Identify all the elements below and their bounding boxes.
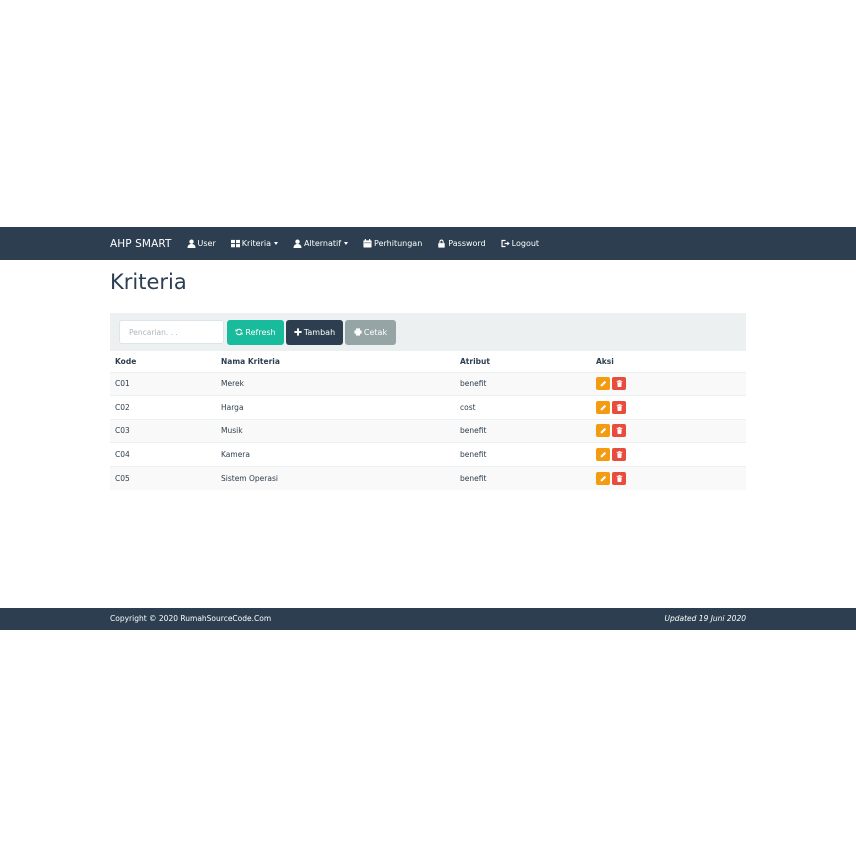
toolbar: Refresh Tambah Cetak bbox=[110, 313, 746, 351]
calendar-icon bbox=[363, 239, 372, 248]
delete-button[interactable] bbox=[612, 471, 626, 485]
cetak-button[interactable]: Cetak bbox=[345, 319, 396, 345]
row-actions bbox=[596, 377, 741, 391]
cell-atribut: benefit bbox=[455, 418, 591, 443]
edit-button[interactable] bbox=[596, 447, 610, 461]
cell-nama: Harga bbox=[216, 395, 455, 419]
header-atribut: Atribut bbox=[455, 351, 591, 373]
table-row: C03 Musik benefit bbox=[110, 418, 746, 443]
lock-icon bbox=[437, 239, 446, 248]
cell-nama: Musik bbox=[216, 418, 455, 443]
refresh-label: Refresh bbox=[245, 327, 276, 337]
header-kode: Kode bbox=[110, 351, 216, 373]
cell-aksi bbox=[591, 418, 746, 443]
row-actions bbox=[596, 424, 741, 438]
delete-button[interactable] bbox=[612, 377, 626, 391]
row-actions bbox=[596, 471, 741, 485]
tambah-label: Tambah bbox=[303, 327, 336, 337]
row-actions bbox=[596, 447, 741, 461]
navbar-inner: AHP SMART User Kriteria Alternatif Perhi… bbox=[110, 227, 554, 260]
refresh-icon bbox=[235, 328, 243, 336]
logout-icon bbox=[501, 239, 510, 248]
edit-button[interactable] bbox=[596, 471, 610, 485]
table-row: C02 Harga cost bbox=[110, 395, 746, 419]
nav-item-label: Kriteria bbox=[241, 239, 271, 248]
nav-item-label: Password bbox=[448, 239, 486, 248]
edit-icon bbox=[600, 475, 606, 481]
edit-button[interactable] bbox=[596, 377, 610, 391]
search-input[interactable] bbox=[119, 320, 224, 344]
cell-atribut: benefit bbox=[455, 371, 591, 396]
footer-updated: Updated 19 Juni 2020 bbox=[664, 614, 746, 623]
table-row: C04 Kamera benefit bbox=[110, 442, 746, 466]
table-header-row: Kode Nama Kriteria Atribut Aksi bbox=[110, 351, 746, 373]
cell-atribut: benefit bbox=[455, 442, 591, 466]
cell-nama: Kamera bbox=[216, 442, 455, 466]
header-aksi: Aksi bbox=[591, 351, 746, 373]
nav-item-password[interactable]: Password bbox=[437, 239, 486, 248]
table-row: C01 Merek benefit bbox=[110, 371, 746, 396]
edit-icon bbox=[600, 381, 606, 387]
cell-aksi bbox=[591, 465, 746, 490]
delete-button[interactable] bbox=[612, 424, 626, 438]
print-icon bbox=[354, 328, 362, 336]
tambah-button[interactable]: Tambah bbox=[286, 319, 343, 345]
trash-icon bbox=[616, 450, 622, 458]
caret-down-icon bbox=[344, 242, 349, 245]
cetak-label: Cetak bbox=[363, 327, 388, 337]
trash-icon bbox=[616, 427, 622, 435]
cell-atribut: cost bbox=[455, 395, 591, 419]
footer-copyright: Copyright © 2020 RumahSourceCode.Com bbox=[110, 614, 272, 623]
delete-button[interactable] bbox=[612, 400, 626, 414]
page-title: Kriteria bbox=[110, 270, 187, 294]
cell-nama: Merek bbox=[216, 371, 455, 396]
trash-icon bbox=[616, 403, 622, 411]
cell-aksi bbox=[591, 442, 746, 466]
nav-item-user[interactable]: User bbox=[187, 239, 216, 248]
edit-icon bbox=[600, 451, 606, 458]
delete-button[interactable] bbox=[612, 447, 626, 461]
footer: Copyright © 2020 RumahSourceCode.Com Upd… bbox=[0, 608, 856, 630]
header-nama-kriteria: Nama Kriteria bbox=[216, 351, 455, 373]
table-row: C05 Sistem Operasi benefit bbox=[110, 465, 746, 490]
nav-item-kriteria[interactable]: Kriteria bbox=[230, 239, 278, 248]
plus-icon bbox=[294, 328, 302, 336]
edit-icon bbox=[600, 404, 606, 411]
refresh-button[interactable]: Refresh bbox=[227, 319, 284, 345]
navbar: AHP SMART User Kriteria Alternatif Perhi… bbox=[0, 227, 856, 260]
user-icon bbox=[187, 239, 196, 248]
cell-kode: C04 bbox=[110, 442, 216, 466]
nav-item-label: Logout bbox=[511, 239, 540, 248]
cell-aksi bbox=[591, 395, 746, 419]
edit-icon bbox=[600, 428, 606, 434]
nav-item-label: Perhitungan bbox=[374, 239, 423, 248]
nav-item-label: User bbox=[197, 239, 216, 248]
user-icon bbox=[293, 239, 302, 248]
cell-atribut: benefit bbox=[455, 465, 591, 490]
row-actions bbox=[596, 400, 741, 414]
edit-button[interactable] bbox=[596, 400, 610, 414]
trash-icon bbox=[616, 474, 622, 482]
nav-item-logout[interactable]: Logout bbox=[501, 239, 539, 248]
grid-icon bbox=[230, 239, 240, 248]
caret-down-icon bbox=[273, 242, 278, 245]
cell-aksi bbox=[591, 371, 746, 396]
trash-icon bbox=[616, 380, 622, 388]
cell-kode: C02 bbox=[110, 395, 216, 419]
cell-nama: Sistem Operasi bbox=[216, 465, 455, 490]
cell-kode: C05 bbox=[110, 465, 216, 490]
cell-kode: C01 bbox=[110, 371, 216, 396]
kriteria-panel: Refresh Tambah Cetak Kode Nama Kriteria … bbox=[110, 313, 746, 490]
nav-item-alternatif[interactable]: Alternatif bbox=[293, 239, 349, 248]
cell-kode: C03 bbox=[110, 418, 216, 443]
nav-item-label: Alternatif bbox=[303, 239, 342, 248]
kriteria-table: Kode Nama Kriteria Atribut Aksi C01 Mere… bbox=[110, 351, 746, 490]
edit-button[interactable] bbox=[596, 424, 610, 438]
brand-link[interactable]: AHP SMART bbox=[110, 238, 172, 250]
nav-item-perhitungan[interactable]: Perhitungan bbox=[363, 239, 422, 248]
